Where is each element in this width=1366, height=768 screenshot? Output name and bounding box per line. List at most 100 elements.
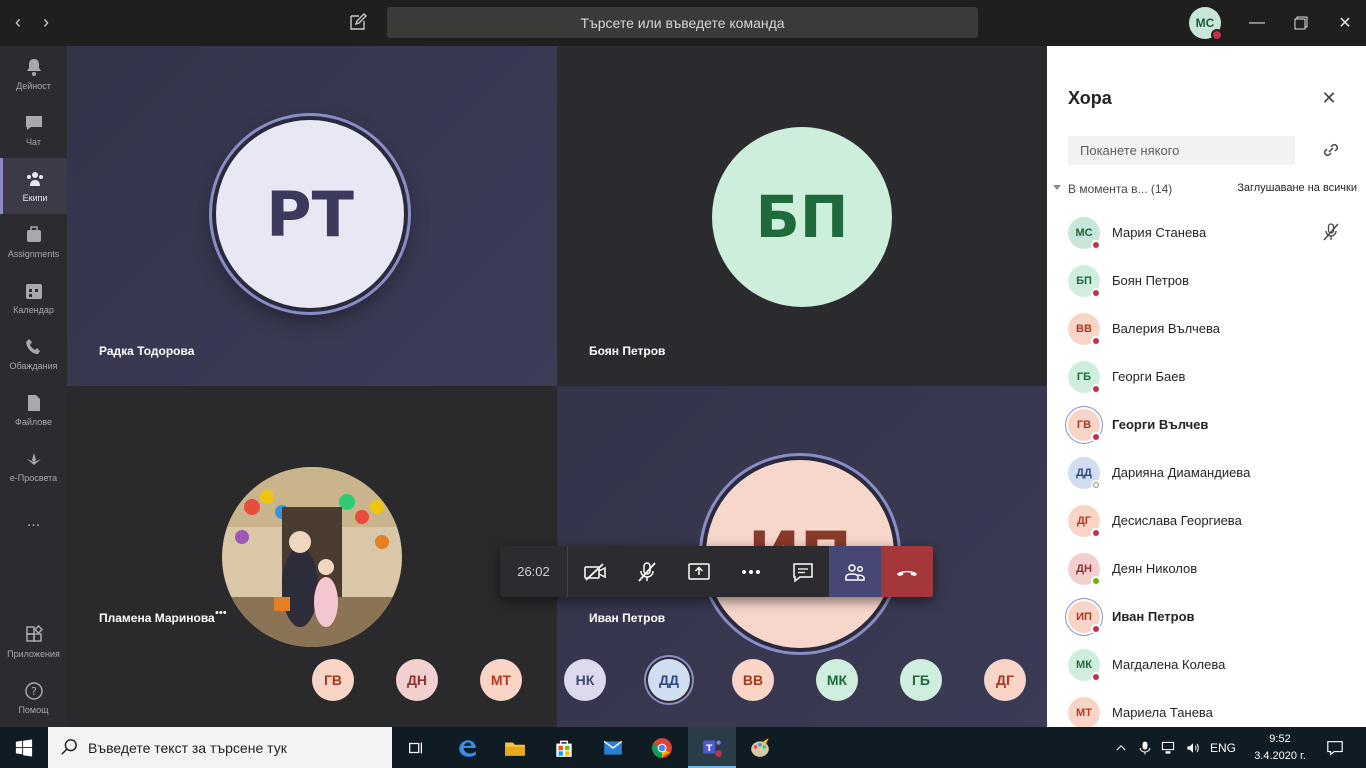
strip-avatar[interactable]: ДД [648,659,690,701]
strip-avatar[interactable]: НК [564,659,606,701]
file-explorer-icon[interactable] [500,733,530,763]
maximize-icon[interactable] [1286,8,1316,38]
strip-avatar[interactable]: МТ [480,659,522,701]
close-icon[interactable]: ✕ [1319,88,1339,108]
compose-icon[interactable] [348,12,370,34]
network-icon[interactable] [1155,733,1181,763]
participant-row[interactable]: ДН Деян Николов [1047,545,1366,593]
back-arrow-icon[interactable]: ‹ [6,10,30,34]
more-actions-button[interactable] [725,546,777,597]
status-dot [1091,672,1101,682]
avatar-initials: ГБ [912,672,930,688]
participant-row[interactable]: ГБ Георги Баев [1047,353,1366,401]
strip-avatar[interactable]: ГБ [900,659,942,701]
mute-button[interactable] [621,546,673,597]
chrome-icon[interactable] [647,733,677,763]
strip-avatar[interactable]: ВВ [732,659,774,701]
participants-button[interactable] [829,546,881,597]
edge-icon[interactable] [452,733,482,763]
status-dot [1091,432,1101,442]
participant-row[interactable]: ДГ Десислава Георгиева [1047,497,1366,545]
share-link-icon[interactable] [1321,140,1341,160]
strip-avatar[interactable]: ДГ [984,659,1026,701]
avatar-initials: ИП [1076,611,1092,623]
close-window-icon[interactable]: ✕ [1330,8,1360,38]
store-icon[interactable] [549,733,579,763]
task-view-icon[interactable] [401,733,431,763]
chat-button[interactable] [777,546,829,597]
participant-row[interactable]: ГВ Георги Вълчев [1047,401,1366,449]
status-dot [1211,29,1223,41]
status-dot [1091,528,1101,538]
participant-row[interactable]: БП Боян Петров [1047,257,1366,305]
invite-input[interactable]: Поканете някого [1068,136,1295,165]
participant-row[interactable]: ВВ Валерия Вълчева [1047,305,1366,353]
avatar: МТ [1068,697,1100,729]
paint-icon[interactable] [745,733,775,763]
mail-icon[interactable] [598,733,628,763]
windows-start-icon[interactable] [9,733,39,763]
mute-all-button[interactable]: Заглушаване на всички [1237,182,1357,194]
rail-item-more[interactable]: ... [0,494,67,550]
participant-row[interactable]: МК Магдалена Колева [1047,641,1366,689]
chevron-up-icon[interactable] [1108,733,1134,763]
app-rail: Дейност Чат Екипи Assignments Календар О… [0,46,67,727]
rail-item-teams[interactable]: Екипи [0,158,67,214]
rail-item-calls[interactable]: Обаждания [0,326,67,382]
taskbar-search-input[interactable]: Въведете текст за търсене тук [48,727,392,768]
bell-icon [26,59,41,76]
call-controls: 26:02 [500,546,933,597]
rail-item-help[interactable]: ? Помощ [0,670,67,726]
video-tile[interactable]: БП Боян Петров [557,46,1047,386]
camera-off-button[interactable] [569,546,621,597]
language-indicator[interactable]: ENG [1210,741,1236,755]
participant-row[interactable]: ИП Иван Петров [1047,593,1366,641]
rail-label: Приложения [7,649,60,659]
participants-section-header[interactable]: В момента в... (14) Заглушаване на всичк… [1053,182,1363,198]
minimize-icon[interactable]: — [1242,8,1272,38]
people-panel: Хора ✕ Поканете някого В момента в... (1… [1047,46,1366,729]
volume-icon[interactable] [1180,733,1206,763]
rail-item-files[interactable]: Файлове [0,382,67,438]
strip-avatar[interactable]: ДН [396,659,438,701]
avatar: ГБ [1068,361,1101,394]
rail-item-chat[interactable]: Чат [0,102,67,158]
share-button[interactable] [673,546,725,597]
avatar[interactable]: МС [1189,7,1223,41]
phone-icon [25,339,40,354]
eprosveta-icon [26,453,41,465]
avatar-initials: БП [1076,275,1092,287]
status-dot [1091,288,1101,298]
rail-item-apps[interactable]: Приложения [0,614,67,670]
more-options-icon[interactable]: ••• [215,607,227,619]
more-icon [742,569,760,574]
apps-icon [25,625,43,642]
strip-avatar[interactable]: МК [816,659,858,701]
avatar-initials: МК [826,672,848,688]
rail-item-eprosveta[interactable]: e-Просвета [0,438,67,494]
participant-name: Дарияна Диамандиева [1112,465,1251,480]
rail-item-assignments[interactable]: Assignments [0,214,67,270]
search-icon [61,739,77,755]
teams-taskbar-icon[interactable]: T [688,727,736,768]
mic-off-icon[interactable] [1321,222,1341,242]
participant-row[interactable]: МС Мария Станева [1047,209,1366,257]
notifications-icon[interactable] [1320,733,1350,763]
avatar-initials: НК [575,672,595,688]
clock[interactable]: 9:52 3.4.2020 г. [1250,731,1310,765]
avatar: БП [1068,265,1101,298]
avatar-initials: ВВ [1076,323,1092,335]
participant-name: Мариела Танева [1112,705,1213,720]
hang-up-button[interactable] [881,546,933,597]
chat-icon [793,562,813,583]
strip-avatar[interactable]: ГВ [312,659,354,701]
avatar: ВВ [1068,313,1101,346]
rail-label: Assignments [7,249,60,259]
participant-row[interactable]: ДД Дарияна Диамандиева [1047,449,1366,497]
search-input[interactable]: Търсете или въведете команда [387,7,978,38]
rail-item-calendar[interactable]: Календар [0,270,67,326]
video-tile[interactable]: РТ Радка Тодорова [67,46,557,386]
rail-item-activity[interactable]: Дейност [0,46,67,102]
status-dot [1091,336,1101,346]
forward-arrow-icon[interactable]: › [34,10,58,34]
